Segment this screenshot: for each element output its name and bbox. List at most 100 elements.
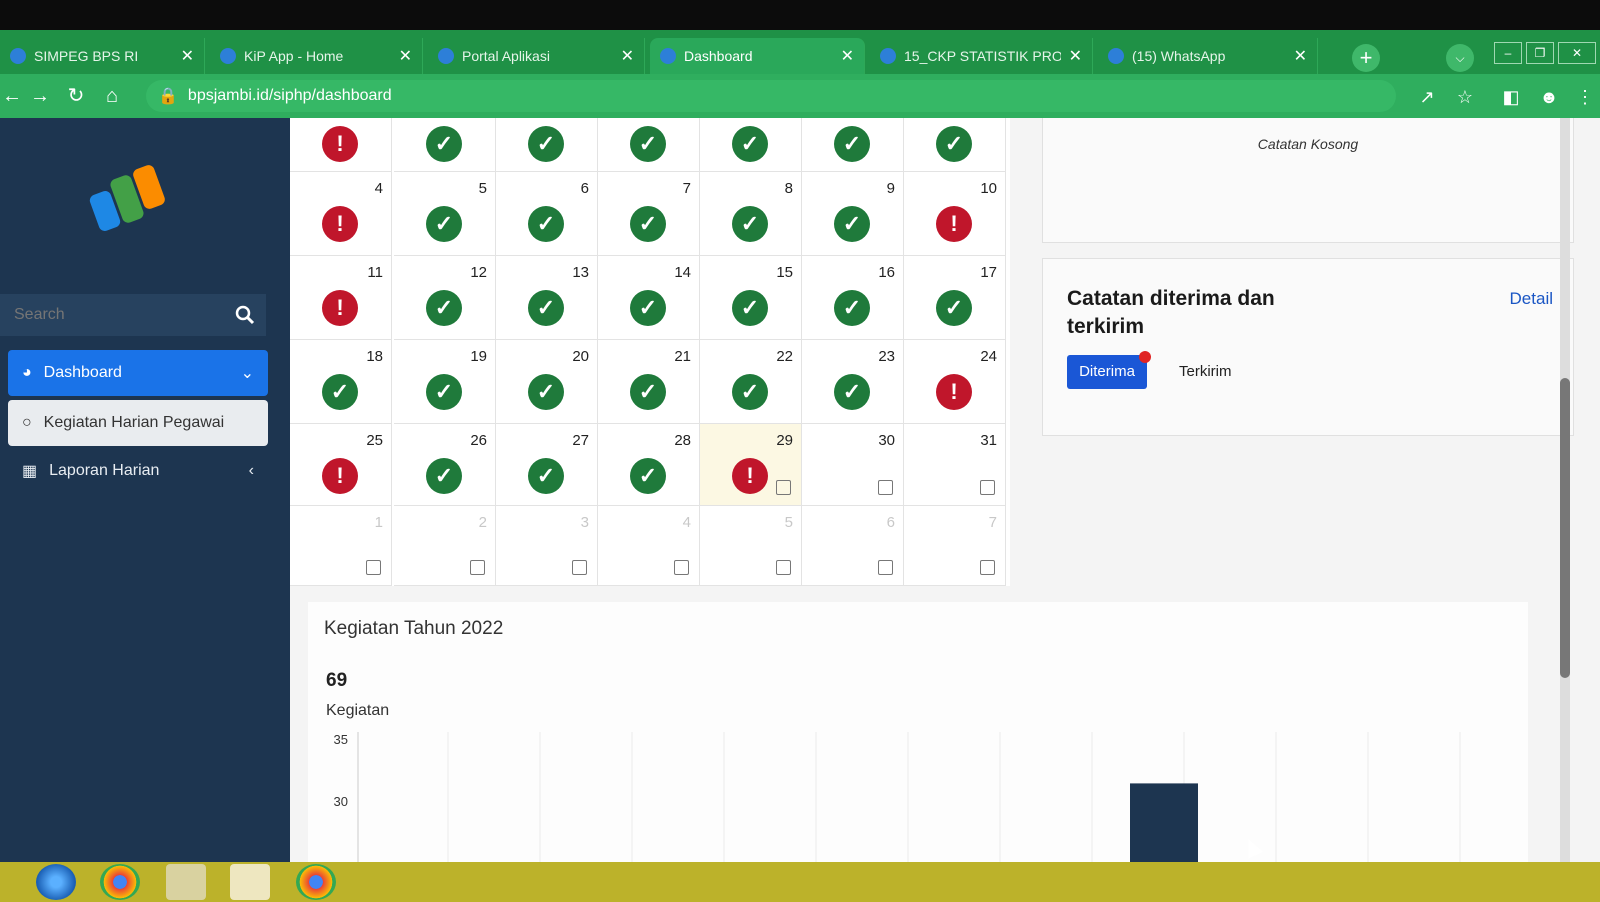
- close-tab-icon[interactable]: ✕: [621, 46, 634, 66]
- tab-diterima[interactable]: Diterima: [1067, 355, 1147, 389]
- check-circle-icon: ✓: [528, 458, 564, 494]
- close-tab-icon[interactable]: ✕: [841, 46, 854, 66]
- add-note-icon[interactable]: [980, 560, 995, 575]
- forward-icon[interactable]: →: [28, 84, 52, 108]
- calendar-day-cell[interactable]: 18 ✓: [290, 340, 392, 424]
- close-tab-icon[interactable]: ✕: [1294, 46, 1307, 66]
- calendar-day-cell[interactable]: 12 ✓: [394, 256, 496, 340]
- browser-tab[interactable]: Portal Aplikasi ✕: [428, 38, 645, 74]
- calendar-day-cell[interactable]: 31: [904, 424, 1006, 506]
- reload-icon[interactable]: ↻: [64, 84, 88, 108]
- calendar-day-cell[interactable]: 7 ✓: [598, 172, 700, 256]
- calendar-day-cell[interactable]: 19 ✓: [394, 340, 496, 424]
- browser-tab[interactable]: KiP App - Home ✕: [210, 38, 423, 74]
- bookmark-star-icon[interactable]: ☆: [1454, 86, 1476, 108]
- calendar-day-cell[interactable]: 21 ✓: [598, 340, 700, 424]
- calendar-day-cell[interactable]: 11!: [290, 256, 392, 340]
- calendar-day-cell[interactable]: 1: [290, 506, 392, 586]
- calendar-day-cell[interactable]: ✓: [496, 118, 598, 172]
- calendar-day-cell[interactable]: 29!: [700, 424, 802, 506]
- add-note-icon[interactable]: [572, 560, 587, 575]
- calendar-day-cell[interactable]: 28 ✓: [598, 424, 700, 506]
- close-tab-icon[interactable]: ✕: [1069, 46, 1082, 66]
- calendar-day-cell[interactable]: 17 ✓: [904, 256, 1006, 340]
- calendar-day-cell[interactable]: 30: [802, 424, 904, 506]
- add-note-icon[interactable]: [470, 560, 485, 575]
- add-note-icon[interactable]: [776, 560, 791, 575]
- address-bar[interactable]: 🔒 bpsjambi.id/siphp/dashboard: [146, 80, 1396, 112]
- calendar-day-cell[interactable]: 3: [496, 506, 598, 586]
- close-window-button[interactable]: ✕: [1558, 42, 1596, 64]
- calendar-day-cell[interactable]: 15 ✓: [700, 256, 802, 340]
- calendar-day-cell[interactable]: ✓: [904, 118, 1006, 172]
- calendar-day-cell[interactable]: ✓: [700, 118, 802, 172]
- detail-link[interactable]: Detail: [1510, 289, 1553, 309]
- share-icon[interactable]: ↗: [1416, 86, 1438, 108]
- received-sent-notes-card: Catatan diterima dan terkirim Detail Dit…: [1042, 258, 1574, 436]
- browser-menu-icon[interactable]: ⋮: [1574, 86, 1596, 108]
- calendar-day-cell[interactable]: 27 ✓: [496, 424, 598, 506]
- minimize-window-button[interactable]: –: [1494, 42, 1522, 64]
- activity-count-label: Kegiatan: [326, 702, 390, 719]
- calendar-day-cell[interactable]: 16 ✓: [802, 256, 904, 340]
- calendar-day-cell[interactable]: ✓: [394, 118, 496, 172]
- calendar-day-cell[interactable]: 6 ✓: [496, 172, 598, 256]
- browser-tab[interactable]: 15_CKP STATISTIK PRO ✕: [870, 38, 1093, 74]
- start-button-icon[interactable]: [36, 864, 76, 900]
- calendar-day-cell[interactable]: 13 ✓: [496, 256, 598, 340]
- card-title: Kegiatan Tahun 2022: [324, 618, 504, 639]
- add-note-icon[interactable]: [878, 560, 893, 575]
- add-note-icon[interactable]: [980, 480, 995, 495]
- add-note-icon[interactable]: [366, 560, 381, 575]
- chrome-active-taskbar-icon[interactable]: [296, 864, 336, 900]
- calendar-day-cell[interactable]: 25!: [290, 424, 392, 506]
- sidebar-item-kegiatan-harian-pegawai[interactable]: ○ Kegiatan Harian Pegawai: [8, 400, 268, 446]
- sidebar-item-laporan-harian[interactable]: ▦ Laporan Harian ‹: [8, 448, 268, 494]
- tab-search-icon[interactable]: ⌵: [1446, 44, 1474, 72]
- add-note-icon[interactable]: [878, 480, 893, 495]
- sidebar-item-dashboard[interactable]: ◕ Dashboard ⌄: [8, 350, 268, 396]
- calendar-day-number: 3: [580, 514, 589, 531]
- tool-taskbar-icon[interactable]: [166, 864, 206, 900]
- calendar-day-cell[interactable]: 2: [394, 506, 496, 586]
- tab-terkirim[interactable]: Terkirim: [1179, 363, 1232, 380]
- chrome-taskbar-icon[interactable]: [100, 864, 140, 900]
- search-input[interactable]: [0, 293, 223, 337]
- calendar-day-cell[interactable]: 20 ✓: [496, 340, 598, 424]
- browser-tab[interactable]: SIMPEG BPS RI ✕: [0, 38, 205, 74]
- add-note-icon[interactable]: [776, 480, 791, 495]
- calendar-day-cell[interactable]: 26 ✓: [394, 424, 496, 506]
- add-note-icon[interactable]: [674, 560, 689, 575]
- search-button[interactable]: [223, 294, 266, 336]
- calendar-day-cell[interactable]: 5 ✓: [394, 172, 496, 256]
- calendar-day-cell[interactable]: 6: [802, 506, 904, 586]
- calendar-day-cell[interactable]: 14 ✓: [598, 256, 700, 340]
- calendar-day-cell[interactable]: 4: [598, 506, 700, 586]
- new-tab-button[interactable]: +: [1352, 44, 1380, 72]
- browser-tab[interactable]: Dashboard ✕: [650, 38, 865, 74]
- close-tab-icon[interactable]: ✕: [181, 46, 194, 66]
- home-icon[interactable]: ⌂: [100, 84, 124, 108]
- calendar-day-cell[interactable]: 9 ✓: [802, 172, 904, 256]
- side-panel-icon[interactable]: ◧: [1500, 86, 1522, 108]
- profile-avatar-icon[interactable]: ☻: [1538, 86, 1560, 108]
- calendar-day-cell[interactable]: 4!: [290, 172, 392, 256]
- calendar-day-cell[interactable]: ✓: [598, 118, 700, 172]
- calendar-day-cell[interactable]: 22 ✓: [700, 340, 802, 424]
- browser-tab[interactable]: (15) WhatsApp ✕: [1098, 38, 1318, 74]
- calendar-day-cell[interactable]: 10!: [904, 172, 1006, 256]
- calendar-day-cell[interactable]: 24!: [904, 340, 1006, 424]
- scrollbar-thumb[interactable]: [1560, 378, 1570, 678]
- calendar-day-cell[interactable]: 7: [904, 506, 1006, 586]
- calendar-day-cell[interactable]: 8 ✓: [700, 172, 802, 256]
- calendar-day-cell[interactable]: !: [290, 118, 392, 172]
- notepad-taskbar-icon[interactable]: [230, 864, 270, 900]
- close-tab-icon[interactable]: ✕: [399, 46, 412, 66]
- calendar-day-cell[interactable]: 23 ✓: [802, 340, 904, 424]
- tab-label: 15_CKP STATISTIK PRO: [904, 48, 1061, 64]
- back-icon[interactable]: ←: [0, 84, 24, 108]
- restore-window-button[interactable]: ❐: [1526, 42, 1554, 64]
- chart-bar[interactable]: [1130, 783, 1198, 873]
- calendar-day-cell[interactable]: 5: [700, 506, 802, 586]
- calendar-day-cell[interactable]: ✓: [802, 118, 904, 172]
